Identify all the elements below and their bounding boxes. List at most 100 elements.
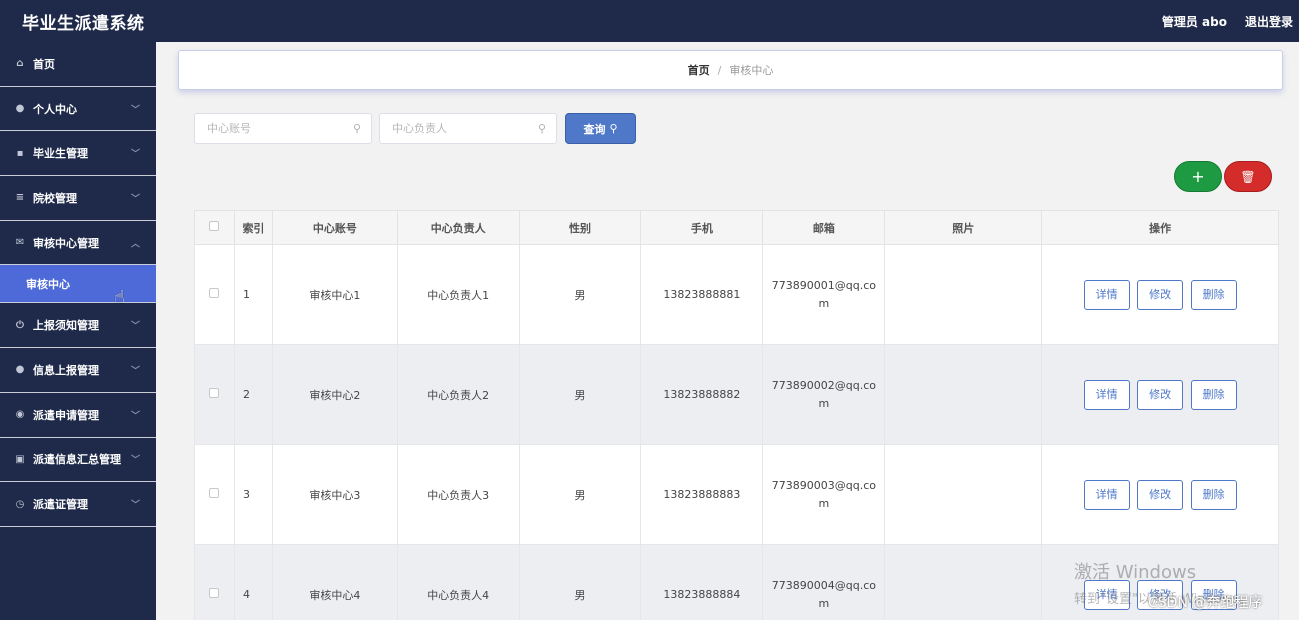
col-actions: 操作 [1041, 210, 1279, 245]
sidebar-item-home[interactable]: ⌂ 首页 [0, 42, 156, 87]
power-icon: ⏻ [16, 319, 24, 331]
detail-button[interactable]: 详情 [1083, 379, 1130, 410]
table-row: 1 审核中心1 中心负责人1 男 13823888881 773890001@q… [194, 244, 1279, 345]
cell-email: 773890002@qq.com [762, 344, 886, 445]
select-all-checkbox[interactable] [209, 221, 220, 231]
sidebar-item-dispatch-cert[interactable]: ◷ 派遣证管理 ﹀ [0, 482, 156, 527]
delete-button[interactable]: 删除 [1190, 479, 1237, 510]
email-text: 773890004@qq.com [771, 578, 876, 610]
mail-icon: ✉ [15, 237, 25, 249]
batch-delete-button[interactable]: 🗑 [1224, 161, 1272, 192]
sidebar-item-dispatch-summary[interactable]: ▣ 派遣信息汇总管理 ﹀ [0, 438, 156, 483]
sidebar-item-label: 审核中心管理 [33, 236, 99, 250]
sidebar-item-report-notice[interactable]: ⏻ 上报须知管理 ﹀ [0, 303, 156, 349]
plus-icon: + [1191, 167, 1205, 186]
sidebar-item-label: 毕业生管理 [33, 147, 88, 161]
detail-button[interactable]: 详情 [1083, 279, 1130, 310]
sidebar: ⌂ 首页 ● 个人中心 ﹀ ▪ 毕业生管理 ﹀ ≡ 院校管理 ﹀ ✉ 审核中心管… [0, 42, 156, 620]
query-button-label: 查询 [583, 122, 606, 136]
sidebar-item-dispatch-apply[interactable]: ◉ 派遣申请管理 ﹀ [0, 393, 156, 438]
edit-button[interactable]: 修改 [1137, 479, 1184, 510]
breadcrumb-home[interactable]: 首页 [688, 62, 710, 78]
main-content: 首页 / 审核中心 ⚲ ⚲ 查询 ⚲ + 🗑 索引 中心账号 中心负责人 性别 … [156, 42, 1299, 620]
manager-search-input[interactable] [392, 122, 538, 135]
table-row: 2 审核中心2 中心负责人2 男 13823888882 773890002@q… [194, 344, 1279, 445]
breadcrumb-separator: / [717, 63, 722, 77]
chevron-down-icon: ﹀ [130, 411, 140, 422]
cell-account: 审核中心2 [271, 344, 398, 445]
cell-gender: 男 [518, 244, 642, 345]
sidebar-item-label: 信息上报管理 [33, 363, 99, 377]
table-header-row: 索引 中心账号 中心负责人 性别 手机 邮箱 照片 操作 [194, 210, 1279, 245]
col-phone: 手机 [640, 210, 764, 245]
col-gender: 性别 [518, 210, 642, 245]
cell-phone: 13823888884 [640, 544, 764, 620]
row-checkbox[interactable] [209, 488, 220, 498]
sidebar-item-graduates[interactable]: ▪ 毕业生管理 ﹀ [0, 131, 156, 177]
edit-button[interactable]: 修改 [1137, 379, 1184, 410]
sidebar-item-personal[interactable]: ● 个人中心 ﹀ [0, 87, 156, 132]
cell-index: 1 [233, 244, 273, 345]
chevron-down-icon: ﹀ [130, 194, 140, 205]
search-icon: ⚲ [609, 122, 618, 135]
cell-phone: 13823888881 [640, 244, 764, 345]
email-text: 773890003@qq.com [771, 478, 876, 510]
sidebar-item-label: 派遣信息汇总管理 [33, 453, 121, 467]
cell-manager: 中心负责人2 [396, 344, 520, 445]
sidebar-item-review-center[interactable]: ✉ 审核中心管理 ︿ [0, 221, 156, 266]
sidebar-item-label: 院校管理 [33, 191, 77, 205]
sidebar-item-label: 首页 [33, 57, 55, 71]
cell-actions: 详情 修改 删除 [1041, 344, 1279, 445]
table-row: 3 审核中心3 中心负责人3 男 13823888883 773890003@q… [194, 444, 1279, 545]
cell-photo [884, 344, 1043, 445]
cell-email: 773890004@qq.com [762, 544, 886, 620]
delete-button[interactable]: 删除 [1190, 379, 1237, 410]
sidebar-item-schools[interactable]: ≡ 院校管理 ﹀ [0, 176, 156, 221]
top-bar: 毕业生派遣系统 管理员 abo 退出登录 [0, 0, 1299, 42]
cell-gender: 男 [518, 544, 642, 620]
location-icon: ◉ [15, 409, 25, 421]
col-account: 中心账号 [271, 210, 398, 245]
account-search-input[interactable] [207, 122, 353, 135]
csdn-watermark: CSDN @奔跑程序 [1148, 595, 1263, 611]
cell-index: 2 [233, 344, 273, 445]
cell-index: 3 [233, 444, 273, 545]
col-index: 索引 [233, 210, 273, 245]
sidebar-item-label: 派遣申请管理 [33, 408, 99, 422]
cell-gender: 男 [518, 344, 642, 445]
home-icon: ⌂ [16, 58, 24, 70]
cell-email: 773890003@qq.com [762, 444, 886, 545]
select-all-cell [194, 210, 235, 245]
row-select-cell [194, 544, 235, 620]
sidebar-item-info-report[interactable]: ● 信息上报管理 ﹀ [0, 348, 156, 393]
sidebar-subitem-label: 审核中心 [26, 277, 70, 291]
delete-button[interactable]: 删除 [1190, 279, 1237, 310]
list-icon: ≡ [15, 192, 25, 204]
chevron-up-icon: ︿ [130, 239, 140, 250]
chevron-down-icon: ﹀ [130, 105, 140, 116]
row-checkbox[interactable] [209, 388, 220, 398]
detail-button[interactable]: 详情 [1083, 479, 1130, 510]
col-email: 邮箱 [762, 210, 886, 245]
chevron-down-icon: ﹀ [130, 321, 140, 332]
current-user: 管理员 abo [1161, 14, 1227, 29]
logout-link[interactable]: 退出登录 [1245, 13, 1293, 30]
top-right: 管理员 abo 退出登录 [1162, 13, 1293, 30]
trash-icon: 🗑 [1240, 169, 1256, 184]
cell-index: 4 [233, 544, 273, 620]
cell-actions: 详情 修改 删除 [1041, 444, 1279, 545]
cell-gender: 男 [518, 444, 642, 545]
query-button[interactable]: 查询 ⚲ [565, 113, 636, 144]
row-checkbox[interactable] [209, 288, 220, 298]
row-checkbox[interactable] [209, 588, 220, 598]
cell-account: 审核中心4 [271, 544, 398, 620]
sidebar-subitem-review-center[interactable]: 审核中心 ☝ [0, 265, 156, 308]
row-select-cell [194, 244, 235, 345]
edit-button[interactable]: 修改 [1137, 279, 1184, 310]
add-button[interactable]: + [1174, 161, 1222, 192]
search-icon: ⚲ [538, 122, 547, 135]
sidebar-item-label: 上报须知管理 [33, 319, 99, 333]
row-select-cell [194, 444, 235, 545]
cell-photo [884, 244, 1043, 345]
cell-account: 审核中心3 [271, 444, 398, 545]
